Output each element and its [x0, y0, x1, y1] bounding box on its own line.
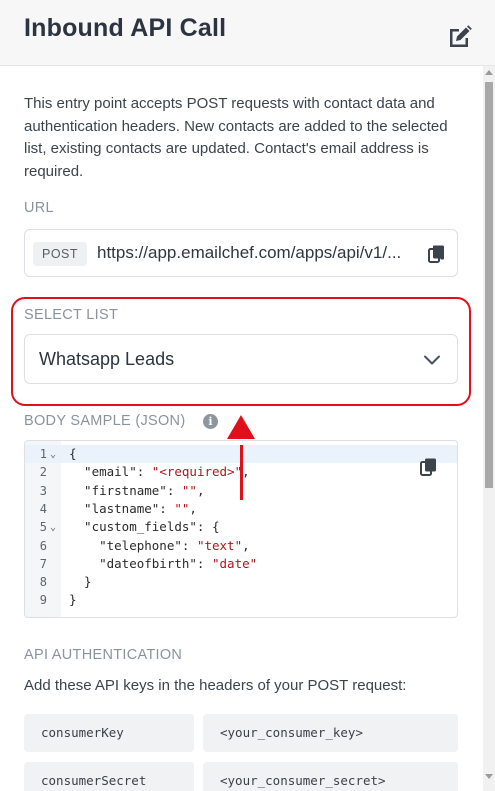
method-badge: POST: [33, 242, 88, 266]
vertical-scrollbar[interactable]: [483, 66, 495, 791]
api-auth-label: API AUTHENTICATION: [24, 647, 183, 663]
code-line: 6 "telephone": "text",: [39, 537, 250, 553]
page-title: Inbound API Call: [24, 14, 227, 42]
annotation-arrow-head: [227, 415, 255, 439]
entry-point-description: This entry point accepts POST requests w…: [24, 95, 448, 180]
code-line: 8 }: [39, 574, 92, 590]
code-line: 9 }: [39, 592, 77, 608]
url-label: URL: [24, 200, 54, 216]
panel-content: This entry point accepts POST requests w…: [0, 67, 483, 791]
auth-key-name: consumerKey: [24, 714, 194, 752]
info-icon[interactable]: i: [203, 414, 218, 429]
annotation-highlight-box: [11, 297, 471, 406]
scrollbar-thumb[interactable]: [485, 82, 493, 488]
code-line: 4 "lastname": "",: [39, 500, 197, 516]
fold-icon: ⌄: [50, 522, 57, 534]
annotation-arrow-shaft: [240, 445, 243, 500]
code-line: 5 ⌄ "custom_fields": {: [25, 518, 457, 536]
copy-json-icon[interactable]: [419, 457, 439, 477]
auth-key-value[interactable]: <your_consumer_secret>: [203, 762, 458, 791]
url-field[interactable]: POST https://app.emailchef.com/apps/api/…: [24, 229, 458, 277]
auth-key-value[interactable]: <your_consumer_key>: [203, 714, 458, 752]
auth-key-name: consumerSecret: [24, 762, 194, 791]
copy-url-icon[interactable]: [427, 244, 447, 264]
scroll-up-arrow-icon[interactable]: [485, 70, 493, 75]
api-auth-description: Add these API keys in the headers of you…: [24, 677, 407, 694]
edit-icon[interactable]: [446, 22, 474, 50]
fold-icon: ⌄: [50, 449, 57, 460]
body-sample-label: BODY SAMPLE (JSON): [24, 413, 186, 429]
scroll-down-arrow-icon[interactable]: [485, 774, 493, 779]
url-value[interactable]: https://app.emailchef.com/apps/api/v1/..…: [97, 243, 413, 263]
panel-header: Inbound API Call: [0, 0, 495, 66]
code-line: 7 "dateofbirth": "date": [39, 555, 258, 571]
